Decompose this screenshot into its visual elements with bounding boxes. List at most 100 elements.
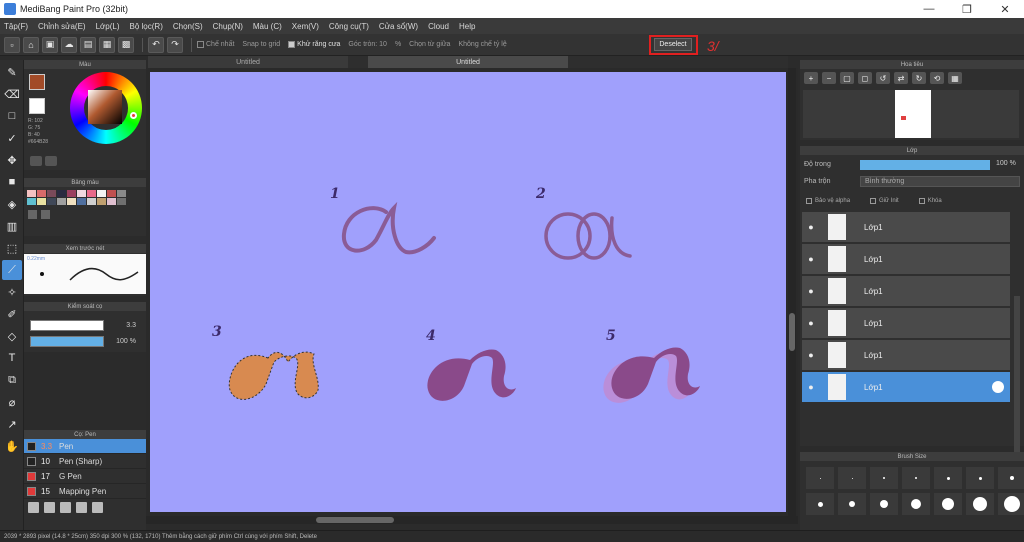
background-color-swatch[interactable] bbox=[29, 98, 45, 114]
brush-size-option[interactable] bbox=[870, 493, 898, 515]
palette-swatch[interactable] bbox=[107, 190, 116, 197]
palette-swatch[interactable] bbox=[47, 198, 56, 205]
lasso-select-icon[interactable]: ⟋ bbox=[2, 260, 22, 280]
menu-select[interactable]: Chọn(S) bbox=[173, 22, 203, 31]
brush-size-option[interactable] bbox=[806, 493, 834, 515]
color-wheel[interactable] bbox=[70, 72, 142, 144]
brush-size-option[interactable] bbox=[838, 493, 866, 515]
open-file-icon[interactable]: ⌂ bbox=[23, 36, 39, 53]
brush-tool-icon[interactable]: ✎ bbox=[2, 62, 22, 82]
blend-mode-select[interactable]: Bình thường bbox=[860, 176, 1020, 187]
delete-swatch-icon[interactable] bbox=[41, 210, 50, 219]
maximize-button[interactable]: ❐ bbox=[948, 0, 986, 18]
hue-marker[interactable] bbox=[130, 112, 137, 119]
option-select-center[interactable]: Chọn từ giữa bbox=[409, 41, 450, 48]
brush-size-option[interactable] bbox=[998, 493, 1024, 515]
brush-item-pen-sharp[interactable]: 10 Pen (Sharp) bbox=[24, 454, 146, 469]
protect-alpha-checkbox[interactable]: Bảo vệ alpha bbox=[806, 198, 850, 204]
move-tool-icon[interactable]: ✥ bbox=[2, 150, 22, 170]
visibility-icon[interactable]: ● bbox=[802, 350, 820, 360]
brush-size-option[interactable] bbox=[998, 467, 1024, 489]
actual-size-icon[interactable]: ◻ bbox=[858, 72, 872, 84]
canvas-vertical-scrollbar[interactable] bbox=[788, 68, 796, 516]
menu-capture[interactable]: Chụp(N) bbox=[213, 22, 243, 31]
fill-tool-icon[interactable]: ■ bbox=[2, 172, 22, 192]
palette-swatch[interactable] bbox=[57, 190, 66, 197]
brush-opacity-slider[interactable] bbox=[30, 336, 104, 347]
palette-swatch[interactable] bbox=[117, 198, 126, 205]
rect-select-icon[interactable]: ⬚ bbox=[2, 238, 22, 258]
brush-item-g-pen[interactable]: 17 G Pen bbox=[24, 469, 146, 484]
brush-folder-icon[interactable] bbox=[92, 502, 103, 513]
brush-size-option[interactable] bbox=[934, 467, 962, 489]
tab-untitled-1[interactable]: Untitled bbox=[148, 56, 348, 68]
cloud-save-icon[interactable]: ☁ bbox=[61, 36, 77, 53]
brush-item-mapping-pen[interactable]: 15 Mapping Pen bbox=[24, 484, 146, 499]
brush-size-option[interactable] bbox=[902, 493, 930, 515]
option-antialias[interactable]: Khử răng cưa bbox=[288, 41, 340, 48]
save-icon[interactable]: ▣ bbox=[42, 36, 58, 53]
visibility-icon[interactable]: ● bbox=[802, 318, 820, 328]
delete-brush-icon[interactable] bbox=[76, 502, 87, 513]
brush-size-slider[interactable] bbox=[30, 320, 104, 331]
brush-size-option[interactable] bbox=[838, 467, 866, 489]
undo-icon[interactable]: ↶ bbox=[148, 36, 164, 53]
gradient-tool-icon[interactable]: ▥ bbox=[2, 216, 22, 236]
palette-swatch[interactable] bbox=[37, 198, 46, 205]
foreground-color-swatch[interactable] bbox=[29, 74, 45, 90]
scroll-thumb[interactable] bbox=[789, 313, 795, 351]
visibility-icon[interactable]: ● bbox=[802, 382, 820, 392]
palette-swatch[interactable] bbox=[97, 190, 106, 197]
color-saturation-square[interactable] bbox=[88, 90, 122, 124]
copy-brush-icon[interactable] bbox=[60, 502, 71, 513]
menu-window[interactable]: Cửa sổ(W) bbox=[379, 22, 418, 31]
layer-opacity-slider[interactable] bbox=[860, 160, 990, 170]
bucket-tool-icon[interactable]: ◈ bbox=[2, 194, 22, 214]
rotate-left-icon[interactable]: ↺ bbox=[876, 72, 890, 84]
tab-untitled-2[interactable]: Untitled bbox=[368, 56, 568, 68]
brush-item-pen[interactable]: 3.3 Pen bbox=[24, 439, 146, 454]
palette-swatch[interactable] bbox=[37, 190, 46, 197]
visibility-icon[interactable]: ● bbox=[802, 286, 820, 296]
blur-tool-icon[interactable]: ↗ bbox=[2, 414, 22, 434]
share-icon[interactable]: ▤ bbox=[80, 36, 96, 53]
palette-swatch[interactable] bbox=[87, 190, 96, 197]
palette-swatch[interactable] bbox=[27, 190, 36, 197]
menu-edit[interactable]: Chỉnh sửa(E) bbox=[38, 22, 86, 31]
zoom-in-icon[interactable]: + bbox=[804, 72, 818, 84]
layer-row[interactable]: ● Lớp1 bbox=[802, 276, 1010, 307]
menu-tools[interactable]: Công cụ(T) bbox=[329, 22, 369, 31]
brush-size-option[interactable] bbox=[966, 493, 994, 515]
divide-tool-icon[interactable]: ⧉ bbox=[2, 370, 22, 390]
option-percent[interactable]: % bbox=[395, 41, 401, 48]
option-snap-mode[interactable]: Chế nhất bbox=[197, 41, 234, 48]
palette-swatch[interactable] bbox=[77, 190, 86, 197]
palette-swatch[interactable] bbox=[57, 198, 66, 205]
brush-size-option[interactable] bbox=[806, 467, 834, 489]
palette-toggle-icon[interactable] bbox=[30, 156, 42, 166]
brush-size-option[interactable] bbox=[966, 467, 994, 489]
visibility-icon[interactable]: ● bbox=[802, 254, 820, 264]
scroll-thumb[interactable] bbox=[316, 517, 394, 523]
menu-cloud[interactable]: Cloud bbox=[428, 22, 449, 31]
hand-tool-icon[interactable]: ✋ bbox=[2, 436, 22, 456]
layer-options-icon[interactable] bbox=[992, 381, 1004, 393]
palette-swatch[interactable] bbox=[67, 190, 76, 197]
brush-size-option[interactable] bbox=[870, 467, 898, 489]
dot-tool-icon[interactable]: □ bbox=[2, 106, 22, 126]
export-icon[interactable]: ▦ bbox=[99, 36, 115, 53]
magic-wand-icon[interactable]: ✧ bbox=[2, 282, 22, 302]
add-swatch-icon[interactable] bbox=[28, 210, 37, 219]
menu-file[interactable]: Tập(F) bbox=[4, 22, 28, 31]
menu-color[interactable]: Màu (C) bbox=[253, 22, 282, 31]
add-brush-icon[interactable] bbox=[44, 502, 55, 513]
rotate-right-icon[interactable]: ↻ bbox=[912, 72, 926, 84]
option-lock-ratio[interactable]: Không chế tỷ lệ bbox=[458, 41, 506, 48]
visibility-icon[interactable]: ● bbox=[802, 222, 820, 232]
layer-row[interactable]: ● Lớp1 bbox=[802, 244, 1010, 275]
eraser-tool-icon[interactable]: ⌫ bbox=[2, 84, 22, 104]
layer-row[interactable]: ● Lớp1 bbox=[802, 340, 1010, 371]
select-brush-icon[interactable]: ✐ bbox=[2, 304, 22, 324]
navigator-settings-icon[interactable]: ▦ bbox=[948, 72, 962, 84]
option-round-corner[interactable]: Góc tròn: 10 bbox=[348, 41, 387, 48]
